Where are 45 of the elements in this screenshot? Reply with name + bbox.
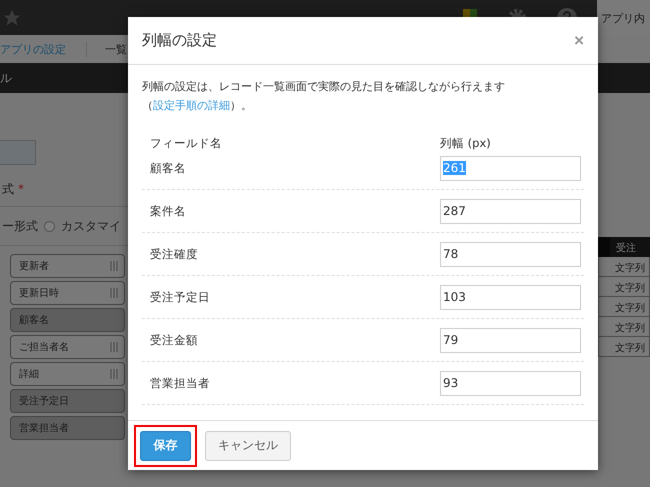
field-chip[interactable]: 顧客名 <box>10 308 125 332</box>
field-name: 受注予定日 <box>150 290 211 304</box>
table-cell: 文字列 <box>598 337 650 357</box>
column-header: 列幅 (px) <box>440 136 492 150</box>
table-cell: 文字列 <box>598 257 650 277</box>
text-field[interactable] <box>0 140 36 165</box>
table-cell: 文字列 <box>598 297 650 317</box>
grip-icon <box>110 288 118 298</box>
field-name: 受注確度 <box>150 246 199 262</box>
grip-icon <box>110 261 118 271</box>
table-cell: 文字列 <box>598 317 650 337</box>
breadcrumb-link[interactable]: アプリの設定 <box>0 42 87 56</box>
width-field[interactable]: 79 <box>440 328 581 352</box>
cancel-button[interactable]: キャンセル <box>205 430 291 460</box>
menu-label: ル <box>0 70 12 86</box>
radio-button[interactable] <box>44 220 55 232</box>
field-name: 営業担当者 <box>150 376 211 390</box>
width-field[interactable]: 78 <box>440 242 581 266</box>
description: 列幅の設定は、レコード一覧画面で実際の見た目を確認しながら行えます（設定手順の詳細）。 <box>142 79 506 114</box>
grip-icon <box>110 369 118 379</box>
field-name: 案件名 <box>150 204 187 218</box>
grip-icon <box>110 342 118 352</box>
width-field[interactable]: 287 <box>440 198 581 224</box>
search-field[interactable]: アプリ内 <box>597 0 650 35</box>
field-chip[interactable]: 営業担当者 <box>10 416 125 440</box>
field-name: 受注金額 <box>150 332 199 348</box>
field-chip[interactable]: ご担当者名 <box>10 335 125 359</box>
width-field[interactable]: 103 <box>440 284 581 310</box>
star-icon[interactable] <box>2 8 22 28</box>
table-header: 受注 <box>598 237 650 257</box>
option-label: ー形式 <box>2 218 38 234</box>
width-field[interactable]: 93 <box>440 370 581 396</box>
field-chip[interactable]: 更新日時 <box>10 281 125 305</box>
help-link[interactable]: 設定手順の詳細 <box>153 99 230 112</box>
field-chip[interactable]: 更新者 <box>10 254 125 278</box>
table-cell: 文字列 <box>598 277 650 297</box>
field-name: 顧客名 <box>150 160 187 176</box>
option-label: カスタマイ <box>61 218 121 234</box>
field-chip[interactable]: 詳細 <box>10 362 125 386</box>
save-button[interactable]: 保存 <box>140 430 191 460</box>
form-label: 式 * <box>2 181 25 198</box>
field-chip[interactable]: 受注予定日 <box>10 389 125 413</box>
column-header: フィールド名 <box>150 136 223 150</box>
close-button[interactable]: × <box>574 30 584 50</box>
width-field[interactable]: 261 <box>440 156 581 180</box>
